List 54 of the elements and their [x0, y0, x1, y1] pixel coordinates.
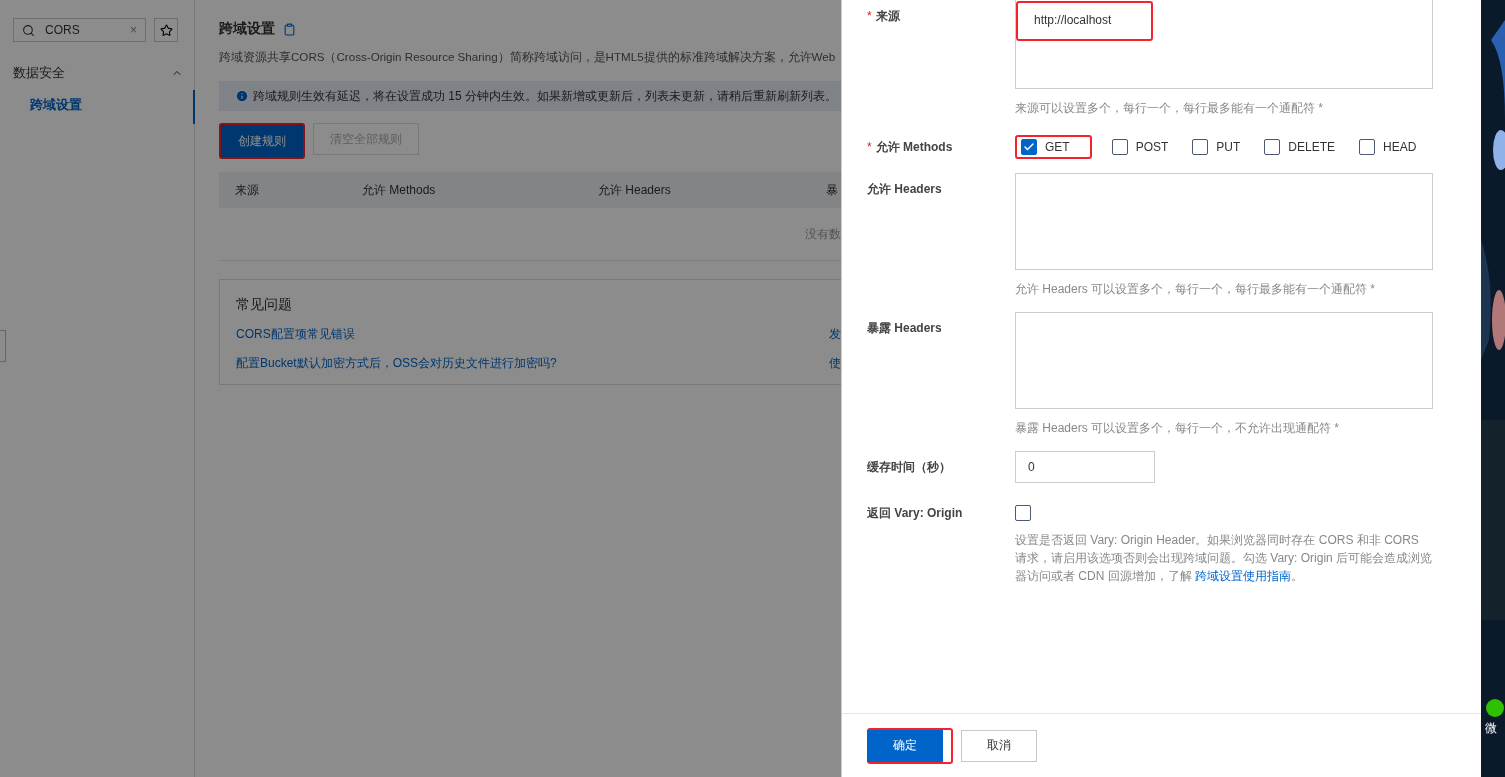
- checkbox[interactable]: [1359, 139, 1376, 155]
- field-value: http://localhost: [1033, 12, 1113, 29]
- column-header: 允许 Headers: [598, 181, 672, 199]
- faq-link[interactable]: 配置Bucket默认加密方式后，OSS会对历史文件进行加密吗?: [236, 355, 557, 372]
- clipboard-icon[interactable]: [283, 22, 296, 36]
- drawer-button[interactable]: 取消: [961, 729, 1037, 762]
- faq-link[interactable]: CORS配置项常见错误: [236, 326, 355, 343]
- page-description: 跨域资源共享CORS（Cross-Origin Resource Sharing）简称跨域访问，是HTML5提供的标准跨域解决方案，允许Web: [219, 50, 837, 65]
- method-checkbox[interactable]: HEAD: [1355, 135, 1421, 159]
- column-header: 来源: [235, 181, 260, 199]
- field-label: 缓存时间（秒）: [867, 459, 952, 476]
- page-title: 跨域设置: [219, 20, 275, 38]
- guide-link[interactable]: 跨域设置使用指南: [1195, 569, 1291, 583]
- field-hint: 允许 Headers 可以设置多个，每行一个，每行最多能有一个通配符 *: [1015, 281, 1377, 298]
- field-label: 允许 Headers: [867, 181, 943, 198]
- desktop-icon-label: 微: [1485, 720, 1497, 737]
- faq-title: 常见问题: [236, 296, 293, 314]
- faq-link[interactable]: 发: [829, 326, 841, 343]
- field-hint: 设置是否返回 Vary: Origin Header。如果浏览器同时存在 CORS 和非 CORS 请求，请启用该选项否则会出现跨域问题。勾选 Vary: Origin 后可能会造成浏览器访问或者 CDN 回源增加，了解 跨域设置使用指南。: [1015, 532, 1433, 585]
- checkbox[interactable]: [1111, 139, 1128, 155]
- action-button[interactable]: 创建规则: [221, 125, 303, 157]
- checkbox[interactable]: [1264, 139, 1281, 155]
- sidebar-group[interactable]: 数据安全: [13, 64, 183, 82]
- method-checkbox[interactable]: DELETE: [1260, 135, 1340, 159]
- active-indicator: [193, 90, 195, 124]
- search-icon: [22, 23, 35, 37]
- checkbox[interactable]: [1015, 505, 1031, 521]
- side-handle[interactable]: [0, 330, 6, 362]
- field-label: * 来源: [867, 8, 901, 25]
- search-value: CORS: [45, 23, 81, 37]
- faq-link[interactable]: 使: [829, 355, 841, 372]
- field-label: * 允许 Methods: [867, 139, 954, 156]
- notice-text: 跨域规则生效有延迟，将在设置成功 15 分钟内生效。如果新增或更新后，列表未更新，请稍后重新刷新列表。: [253, 87, 837, 105]
- field-label: 返回 Vary: Origin: [867, 505, 964, 522]
- number-input[interactable]: 0: [1015, 451, 1155, 483]
- info-icon: [235, 89, 249, 103]
- star-icon: [159, 23, 173, 37]
- method-checkbox[interactable]: PUT: [1188, 135, 1245, 159]
- field-label: 暴露 Headers: [867, 320, 943, 337]
- check-icon: [1023, 141, 1035, 153]
- field-hint: 暴露 Headers 可以设置多个，每行一个，不允许出现通配符 *: [1015, 420, 1341, 437]
- favorite-button[interactable]: [154, 18, 178, 42]
- checkbox[interactable]: [1192, 139, 1209, 155]
- search-field[interactable]: CORS ×: [13, 18, 146, 42]
- checkbox[interactable]: [1021, 139, 1037, 155]
- method-checkbox[interactable]: POST: [1107, 135, 1173, 159]
- column-header: 允许 Methods: [362, 181, 437, 199]
- method-checkbox[interactable]: GET: [1017, 125, 1090, 169]
- text-area[interactable]: http://localhost: [1015, 0, 1433, 89]
- drawer-button[interactable]: 确定: [867, 729, 943, 762]
- chat-app-icon[interactable]: [1485, 698, 1505, 718]
- column-header: 暴: [826, 181, 839, 199]
- sidebar-item[interactable]: 跨域设置: [30, 96, 82, 114]
- field-hint: 来源可以设置多个，每行一个，每行最多能有一个通配符 *: [1015, 100, 1324, 117]
